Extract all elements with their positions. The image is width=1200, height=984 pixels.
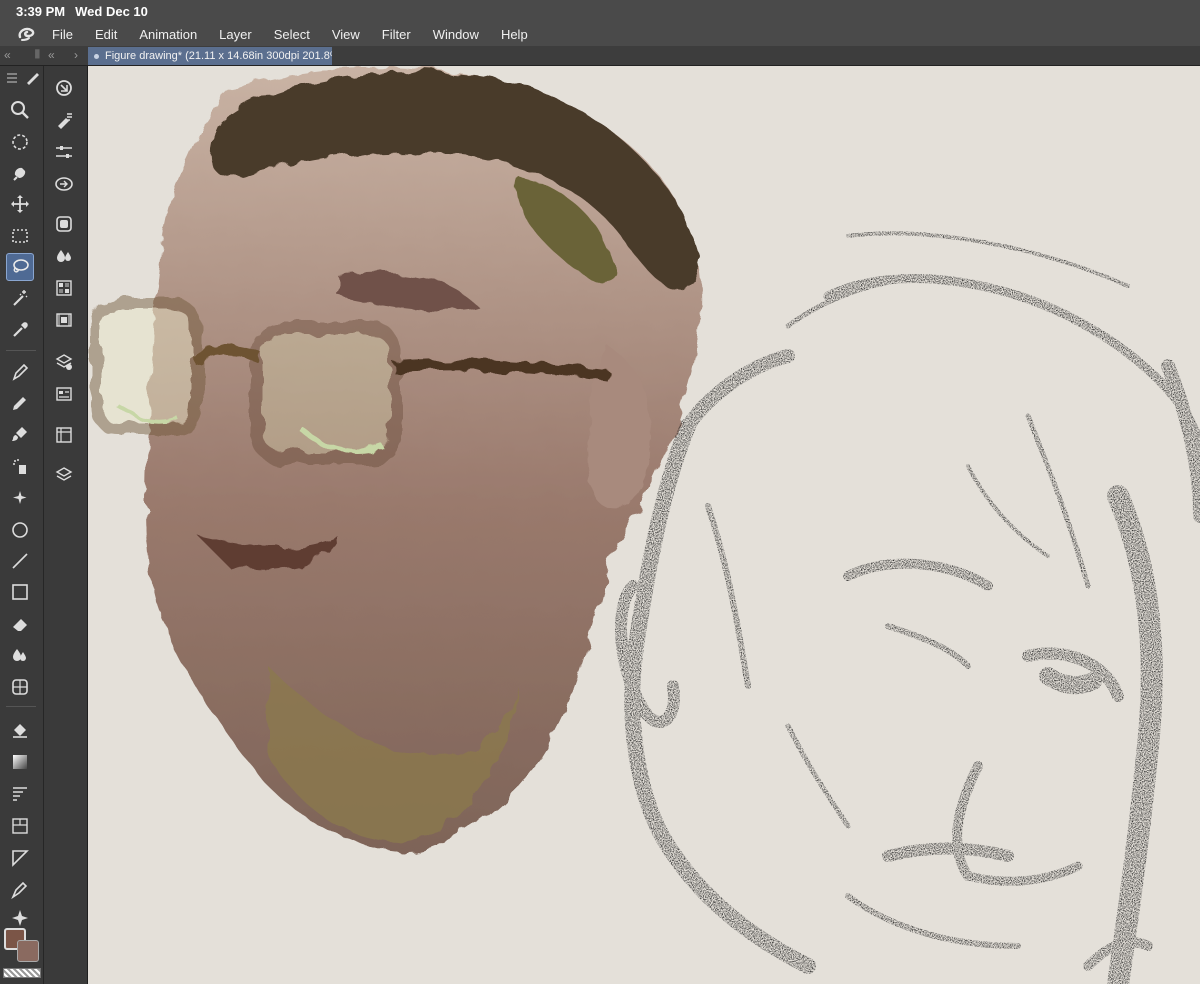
effect-icon[interactable] bbox=[6, 908, 34, 928]
app-window: 3:39 PM Wed Dec 10 File Edit Animation L… bbox=[0, 0, 1200, 984]
artwork bbox=[90, 66, 1200, 984]
move-icon[interactable] bbox=[6, 190, 34, 218]
figure-icon[interactable] bbox=[6, 844, 34, 872]
panel-divider-icon: ▮ bbox=[34, 46, 41, 60]
document-tab[interactable]: Figure drawing* (21.11 x 14.68in 300dpi … bbox=[88, 47, 332, 65]
status-date: Wed Dec 10 bbox=[75, 3, 148, 19]
material-icon[interactable] bbox=[50, 274, 78, 302]
menu-window[interactable]: Window bbox=[433, 27, 479, 42]
rotate-icon[interactable] bbox=[6, 128, 34, 156]
status-bar: 3:39 PM Wed Dec 10 bbox=[0, 0, 1200, 22]
gradient-icon[interactable] bbox=[6, 748, 34, 776]
menu-edit[interactable]: Edit bbox=[95, 27, 117, 42]
menu-file[interactable]: File bbox=[52, 27, 73, 42]
expand-icon[interactable]: › bbox=[74, 48, 78, 62]
collapse-right-icon[interactable]: « bbox=[48, 48, 55, 62]
brush-size-icon[interactable] bbox=[24, 68, 42, 86]
zoom-icon[interactable] bbox=[6, 96, 34, 124]
transparent-color-swatch[interactable] bbox=[3, 968, 41, 978]
menu-animation[interactable]: Animation bbox=[139, 27, 197, 42]
drawing-canvas[interactable] bbox=[88, 66, 1200, 984]
menu-filter[interactable]: Filter bbox=[382, 27, 411, 42]
brush-icon[interactable] bbox=[6, 420, 34, 448]
ellipse-icon[interactable] bbox=[6, 516, 34, 544]
status-time: 3:39 PM bbox=[16, 3, 66, 19]
magic-wand-icon[interactable] bbox=[6, 284, 34, 312]
rect-select-icon[interactable] bbox=[6, 222, 34, 250]
charcoal-sketch bbox=[615, 231, 1200, 984]
collapse-left-icon[interactable]: « bbox=[4, 48, 11, 62]
color-wheel-icon[interactable] bbox=[50, 170, 78, 198]
rectangle-icon[interactable] bbox=[6, 578, 34, 606]
layer-comp-icon[interactable] bbox=[50, 421, 78, 449]
tool-property-icon[interactable] bbox=[50, 138, 78, 166]
vector-pen-icon[interactable] bbox=[6, 876, 34, 904]
menu-help[interactable]: Help bbox=[501, 27, 528, 42]
sub-color-swatch[interactable] bbox=[17, 940, 39, 962]
menu-select[interactable]: Select bbox=[274, 27, 310, 42]
layer-property-icon[interactable] bbox=[50, 348, 78, 376]
menu-bar: File Edit Animation Layer Select View Fi… bbox=[0, 22, 1200, 46]
tab-dot-icon bbox=[94, 53, 99, 59]
lasso-icon[interactable] bbox=[6, 253, 34, 281]
eyedropper-icon[interactable] bbox=[6, 316, 34, 344]
ruler-icon[interactable] bbox=[6, 780, 34, 808]
hand-icon[interactable] bbox=[6, 159, 34, 187]
menu-view[interactable]: View bbox=[332, 27, 360, 42]
fill-icon[interactable] bbox=[6, 716, 34, 744]
layer-search-icon[interactable] bbox=[50, 380, 78, 408]
painted-portrait bbox=[146, 66, 701, 852]
pen-icon[interactable] bbox=[6, 358, 34, 386]
toolbar-divider bbox=[6, 706, 36, 707]
navigator-icon[interactable] bbox=[50, 74, 78, 102]
color-set-icon[interactable] bbox=[50, 210, 78, 238]
grid-icon[interactable] bbox=[6, 673, 34, 701]
palette-menu-icon[interactable] bbox=[4, 70, 20, 86]
menu-layer[interactable]: Layer bbox=[219, 27, 252, 42]
toolbar-divider bbox=[6, 350, 36, 351]
line-icon[interactable] bbox=[6, 547, 34, 575]
app-logo-icon[interactable] bbox=[16, 25, 38, 43]
document-tab-strip: « ▮ « › Figure drawing* (21.11 x 14.68in… bbox=[0, 46, 1200, 66]
tool-palette bbox=[0, 66, 44, 984]
decoration-icon[interactable] bbox=[6, 484, 34, 512]
timeline-icon[interactable] bbox=[50, 306, 78, 334]
blend-icon[interactable] bbox=[6, 642, 34, 670]
panel-icon-column bbox=[44, 66, 88, 984]
eraser-icon[interactable] bbox=[6, 610, 34, 638]
layers-icon[interactable] bbox=[50, 461, 78, 489]
subtool-icon[interactable] bbox=[50, 106, 78, 134]
frame-icon[interactable] bbox=[6, 812, 34, 840]
document-tab-title: Figure drawing* (21.11 x 14.68in 300dpi … bbox=[105, 50, 332, 62]
airbrush-icon[interactable] bbox=[6, 452, 34, 480]
color-history-icon[interactable] bbox=[50, 242, 78, 270]
pencil-icon[interactable] bbox=[6, 389, 34, 417]
